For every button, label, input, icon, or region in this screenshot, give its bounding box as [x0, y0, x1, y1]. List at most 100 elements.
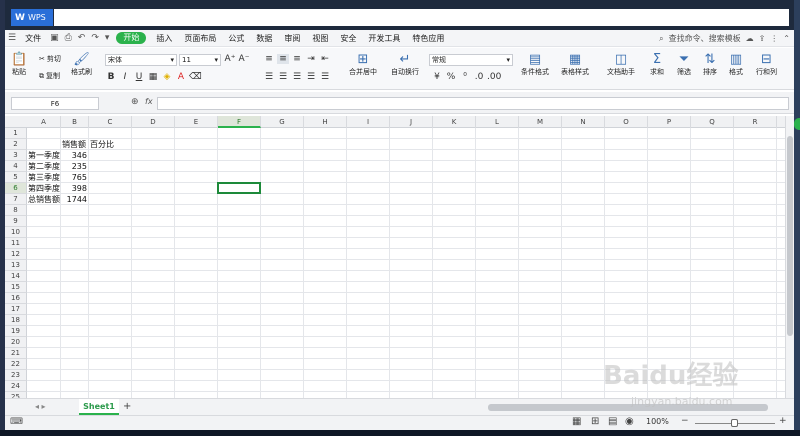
align-top-icon[interactable]: ≡	[263, 54, 275, 64]
row-header-14[interactable]: 14	[5, 271, 27, 282]
column-header-e[interactable]: E	[175, 116, 218, 128]
column-header-a[interactable]: A	[27, 116, 61, 128]
row-header-24[interactable]: 24	[5, 381, 27, 392]
column-header-b[interactable]: B	[61, 116, 89, 128]
border-icon[interactable]: ▦	[147, 72, 159, 82]
macro-icon[interactable]: ⌨	[10, 417, 23, 427]
normal-view-icon[interactable]: ▦	[572, 416, 581, 427]
column-header-n[interactable]: N	[562, 116, 605, 128]
column-header-p[interactable]: P	[648, 116, 691, 128]
row-header-3[interactable]: 3	[5, 150, 27, 161]
print-icon[interactable]: ⎙	[62, 33, 75, 43]
font-color-icon[interactable]: A	[175, 72, 187, 82]
undo-icon[interactable]: ↶	[75, 33, 89, 43]
tab-special-apps[interactable]: 特色应用	[406, 30, 450, 47]
column-header-d[interactable]: D	[132, 116, 175, 128]
active-cell-selection[interactable]	[217, 182, 261, 194]
align-center-icon[interactable]: ☰	[277, 72, 289, 82]
save-icon[interactable]: ▣	[47, 33, 62, 43]
column-header-k[interactable]: K	[433, 116, 476, 128]
add-sheet-icon[interactable]: +	[123, 401, 131, 412]
row-header-10[interactable]: 10	[5, 227, 27, 238]
row-header-19[interactable]: 19	[5, 326, 27, 337]
vertical-scrollbar[interactable]	[785, 116, 794, 398]
copy-button[interactable]: ⧉ 复制	[39, 71, 60, 81]
row-header-15[interactable]: 15	[5, 282, 27, 293]
formula-input[interactable]	[157, 97, 789, 110]
indent-increase-icon[interactable]: ⇥	[305, 54, 317, 64]
vertical-scroll-thumb[interactable]	[787, 136, 793, 336]
fill-color-icon[interactable]: ◈	[161, 72, 173, 82]
align-right-icon[interactable]: ☰	[291, 72, 303, 82]
page-layout-view-icon[interactable]: ⊞	[591, 416, 599, 427]
row-header-16[interactable]: 16	[5, 293, 27, 304]
redo-icon[interactable]: ↷	[88, 33, 102, 43]
align-middle-icon[interactable]: ≡	[277, 54, 289, 64]
collapse-ribbon-icon[interactable]: ⌃	[783, 34, 790, 43]
column-header-i[interactable]: I	[347, 116, 390, 128]
currency-icon[interactable]: ¥	[431, 72, 443, 82]
page-break-view-icon[interactable]: ▤	[608, 416, 617, 427]
cell-b7[interactable]: 1744	[62, 194, 89, 205]
more-icon[interactable]: ⋮	[770, 34, 778, 43]
paste-button[interactable]: 📋 粘贴	[11, 52, 27, 77]
column-header-r[interactable]: R	[734, 116, 777, 128]
row-header-8[interactable]: 8	[5, 205, 27, 216]
underline-icon[interactable]: U	[133, 72, 145, 82]
tab-formulas[interactable]: 公式	[222, 30, 250, 47]
merge-center-button[interactable]: ⊞ 合并居中	[349, 52, 377, 77]
row-header-5[interactable]: 5	[5, 172, 27, 183]
percent-icon[interactable]: %	[445, 72, 457, 82]
cloud-icon[interactable]: ☁	[746, 34, 754, 43]
file-menu[interactable]: 文件	[19, 30, 47, 47]
row-header-13[interactable]: 13	[5, 260, 27, 271]
bold-icon[interactable]: B	[105, 72, 117, 82]
row-col-button[interactable]: ⊟ 行和列	[756, 52, 777, 77]
tab-view[interactable]: 视图	[306, 30, 334, 47]
column-header-o[interactable]: O	[605, 116, 648, 128]
zoom-lens-icon[interactable]: ⊕	[131, 97, 139, 107]
indent-decrease-icon[interactable]: ⇤	[319, 54, 331, 64]
zoom-level[interactable]: 100%	[646, 417, 669, 426]
row-header-1[interactable]: 1	[5, 128, 27, 139]
distribute-icon[interactable]: ☰	[319, 72, 331, 82]
share-icon[interactable]: ⇪	[759, 34, 766, 43]
table-style-button[interactable]: ▦ 表格样式	[561, 52, 589, 77]
cell-c2[interactable]: 百分比	[90, 139, 153, 150]
italic-icon[interactable]: I	[119, 72, 131, 82]
column-header-q[interactable]: Q	[691, 116, 734, 128]
zoom-in-icon[interactable]: +	[779, 416, 787, 426]
cut-button[interactable]: ✂ 剪切	[39, 54, 61, 64]
clear-format-icon[interactable]: ⌫	[189, 72, 202, 82]
row-header-17[interactable]: 17	[5, 304, 27, 315]
align-bottom-icon[interactable]: ≡	[291, 54, 303, 64]
sum-button[interactable]: Σ 求和	[650, 52, 664, 77]
cell-b6[interactable]: 398	[62, 183, 89, 194]
cell-b5[interactable]: 765	[62, 172, 89, 183]
column-header-j[interactable]: J	[390, 116, 433, 128]
tab-developer[interactable]: 开发工具	[362, 30, 406, 47]
side-float-button[interactable]	[794, 118, 800, 130]
wrap-text-button[interactable]: ↵ 自动换行	[391, 52, 419, 77]
tab-security[interactable]: 安全	[334, 30, 362, 47]
sheet-nav-icon[interactable]: ◂ ▸	[35, 402, 46, 411]
row-header-11[interactable]: 11	[5, 238, 27, 249]
zoom-slider-knob[interactable]	[731, 419, 738, 427]
column-header-c[interactable]: C	[89, 116, 132, 128]
row-header-4[interactable]: 4	[5, 161, 27, 172]
row-header-2[interactable]: 2	[5, 139, 27, 150]
filter-button[interactable]: ⏷ 筛选	[677, 52, 691, 77]
hamburger-icon[interactable]: ☰	[5, 33, 19, 43]
row-header-21[interactable]: 21	[5, 348, 27, 359]
search-icon[interactable]: ⌕	[659, 34, 663, 44]
format-button[interactable]: ▥ 格式	[729, 52, 743, 77]
name-box[interactable]: F6	[11, 97, 99, 110]
tab-page-layout[interactable]: 页面布局	[178, 30, 222, 47]
tab-home[interactable]: 开始	[116, 32, 147, 44]
doc-helper-button[interactable]: ◫ 文档助手	[607, 52, 635, 77]
row-header-6[interactable]: 6	[5, 183, 27, 194]
increase-decimal-icon[interactable]: .0	[473, 72, 485, 82]
align-left-icon[interactable]: ☰	[263, 72, 275, 82]
tab-insert[interactable]: 插入	[150, 30, 178, 47]
increase-font-icon[interactable]: A⁺	[224, 54, 236, 64]
